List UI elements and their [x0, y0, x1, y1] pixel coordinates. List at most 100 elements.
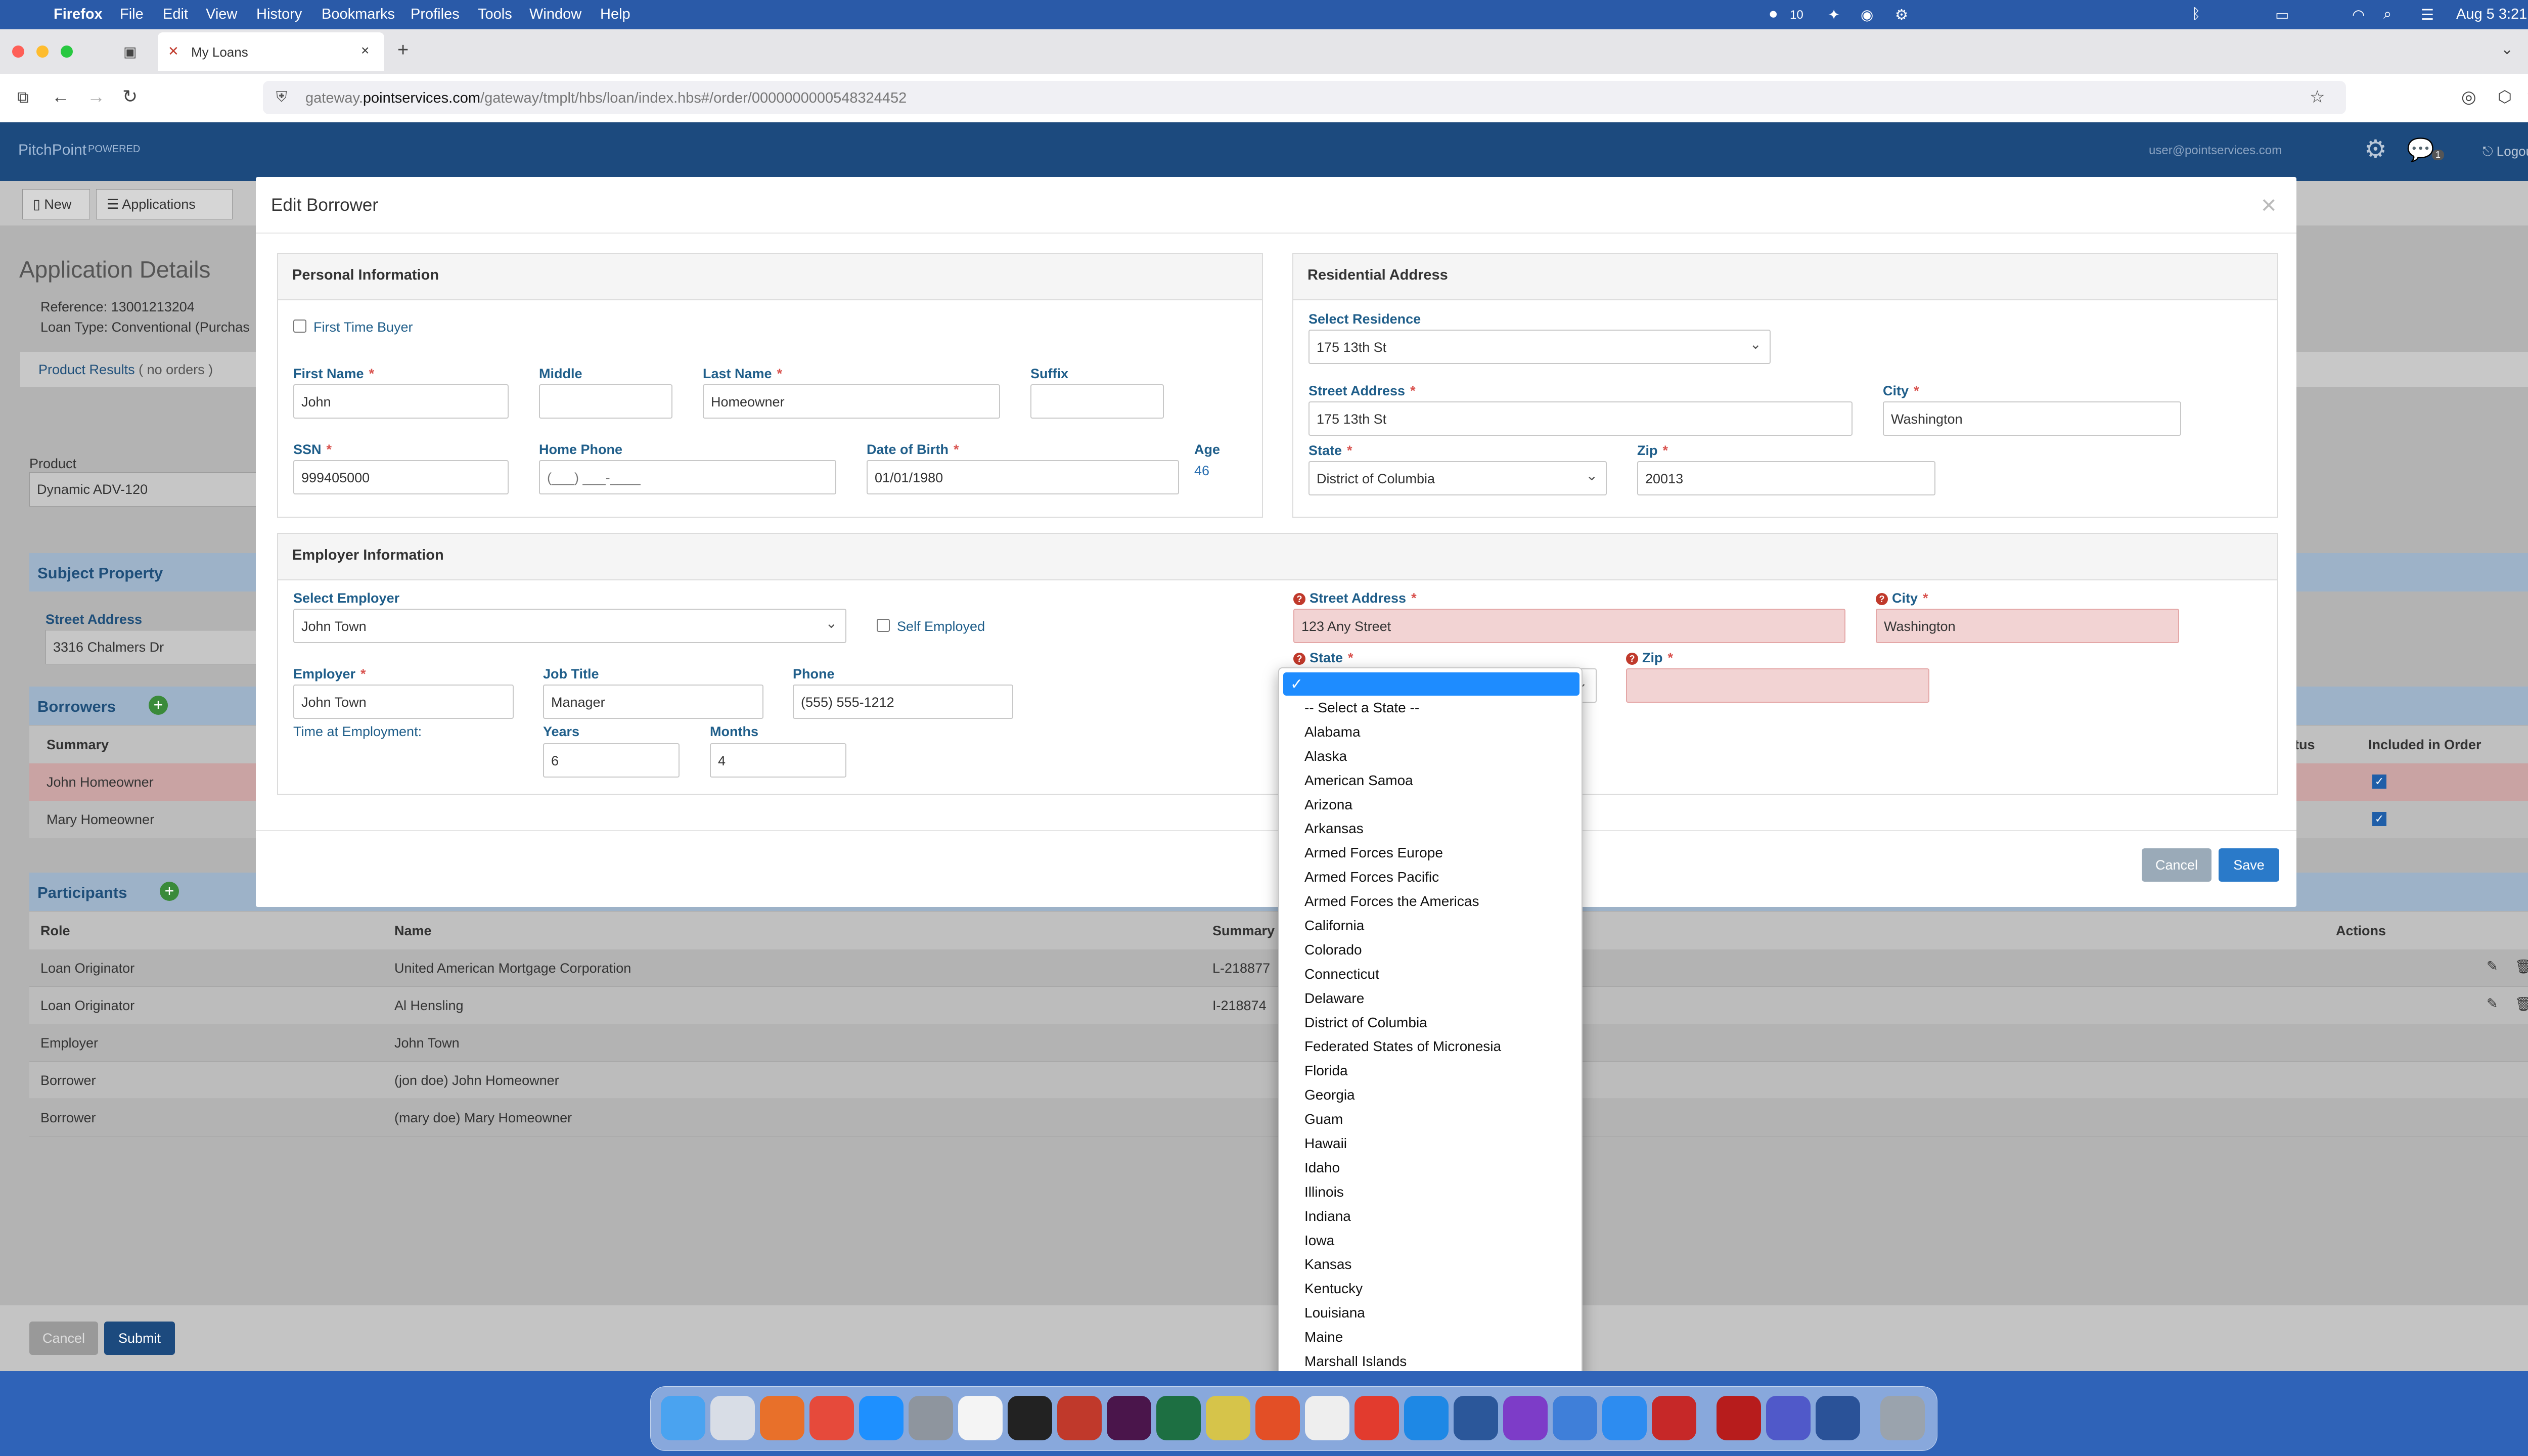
teams-icon[interactable] [1766, 1396, 1811, 1440]
emp-street-input[interactable]: 123 Any Street [1293, 609, 1845, 643]
submit-button[interactable]: Submit [104, 1322, 175, 1355]
status-icon[interactable]: ✦ [1828, 6, 1840, 24]
app-icon[interactable] [1553, 1396, 1597, 1440]
menu-history[interactable]: History [256, 6, 302, 23]
dropdown-option[interactable]: Louisiana [1279, 1301, 1582, 1326]
first-time-buyer-checkbox[interactable] [293, 320, 306, 333]
sidebar-icon[interactable]: ⧉ [17, 88, 29, 107]
dropdown-option[interactable]: Colorado [1279, 938, 1582, 963]
back-icon[interactable]: ← [52, 86, 70, 107]
dropdown-option[interactable]: Alaska [1279, 745, 1582, 769]
system-settings-icon[interactable] [909, 1396, 953, 1440]
modal-cancel-button[interactable]: Cancel [2142, 848, 2211, 882]
dropdown-option[interactable]: Hawaii [1279, 1132, 1582, 1156]
logout-link[interactable]: ⎋ Logout [2482, 144, 2528, 160]
edit-icon[interactable]: ✎ [2487, 996, 2498, 1012]
app-icon[interactable] [1503, 1396, 1548, 1440]
new-button[interactable]: ▯ New [22, 189, 90, 219]
extensions-icon[interactable]: ⬡ [2498, 87, 2512, 106]
tab-close-icon[interactable]: × [361, 42, 369, 59]
search-icon[interactable]: ⌕ [2383, 6, 2391, 23]
user-email[interactable]: user@pointservices.com [2149, 144, 2282, 158]
launchpad-icon[interactable] [710, 1396, 755, 1440]
middle-name-input[interactable] [539, 384, 672, 419]
select-residence-dropdown[interactable]: 175 13th St [1308, 330, 1771, 364]
suffix-input[interactable] [1030, 384, 1164, 419]
notes-icon[interactable] [958, 1396, 1003, 1440]
excel-icon[interactable] [1156, 1396, 1201, 1440]
employer-phone-input[interactable]: (555) 555-1212 [793, 685, 1013, 719]
app-icon[interactable] [1206, 1396, 1250, 1440]
list-tabs-icon[interactable]: ⌄ [2501, 40, 2513, 58]
add-borrower-icon[interactable]: + [149, 696, 168, 715]
slack-icon[interactable] [1107, 1396, 1151, 1440]
url-bar[interactable]: ⛨ gateway.pointservices.com/gateway/tmpl… [263, 81, 2346, 114]
included-checkbox[interactable]: ✓ [2372, 812, 2386, 826]
control-center-icon[interactable]: ☰ [2421, 6, 2434, 24]
forward-icon[interactable]: → [87, 86, 105, 107]
chatgpt-icon[interactable] [1305, 1396, 1349, 1440]
reload-icon[interactable]: ↻ [122, 86, 138, 107]
delete-icon[interactable]: 🗑 [2515, 959, 2528, 975]
menu-file[interactable]: File [120, 6, 144, 23]
status-icon[interactable]: ⚙ [1895, 6, 1908, 24]
status-icon[interactable]: ◉ [1861, 6, 1873, 24]
dropdown-option[interactable]: Delaware [1279, 987, 1582, 1011]
home-phone-input[interactable]: (___) ___-____ [539, 460, 836, 494]
wifi-icon[interactable]: ◠ [2352, 6, 2365, 24]
dropdown-option[interactable]: Connecticut [1279, 963, 1582, 987]
emp-city-input[interactable]: Washington [1876, 609, 2179, 643]
dropdown-option[interactable]: Federated States of Micronesia [1279, 1035, 1582, 1059]
emp-zip-input[interactable] [1626, 668, 1929, 703]
menu-window[interactable]: Window [529, 6, 581, 23]
edit-icon[interactable]: ✎ [2487, 959, 2498, 974]
filezilla-icon[interactable] [1717, 1396, 1761, 1440]
included-checkbox[interactable]: ✓ [2372, 775, 2386, 789]
record-icon[interactable]: ⏺ [1770, 6, 1777, 23]
select-employer-dropdown[interactable]: John Town [293, 609, 846, 643]
res-city-input[interactable]: Washington [1883, 401, 2181, 436]
app-icon[interactable] [1602, 1396, 1647, 1440]
menu-view[interactable]: View [206, 6, 237, 23]
bookmark-star-icon[interactable]: ☆ [2310, 87, 2325, 107]
site-info-icon[interactable]: ⛨ [276, 89, 287, 106]
windows-app-icon[interactable] [1404, 1396, 1449, 1440]
ssn-input[interactable]: 999405000 [293, 460, 509, 494]
notifications-icon[interactable]: 💬 [2407, 136, 2434, 163]
settings-gear-icon[interactable]: ⚙ [2364, 134, 2387, 164]
product-select[interactable]: Dynamic ADV-120 [29, 472, 262, 507]
job-title-input[interactable]: Manager [543, 685, 763, 719]
minimize-window-button[interactable] [36, 46, 49, 58]
trash-icon[interactable] [1880, 1396, 1925, 1440]
menu-edit[interactable]: Edit [163, 6, 188, 23]
app-logo[interactable]: PitchPoint [18, 142, 86, 159]
share-icon[interactable]: ⇪ [2525, 87, 2528, 106]
menu-profiles[interactable]: Profiles [411, 6, 460, 23]
dropdown-selected-option[interactable]: ✓ [1283, 672, 1579, 696]
months-input[interactable]: 4 [710, 743, 846, 778]
dropdown-option[interactable]: District of Columbia [1279, 1011, 1582, 1035]
dropdown-option[interactable]: -- Select a State -- [1279, 696, 1582, 720]
database-icon[interactable] [1057, 1396, 1102, 1440]
acrobat-icon[interactable] [1652, 1396, 1696, 1440]
dropdown-option[interactable]: Kentucky [1279, 1277, 1582, 1301]
dropdown-option[interactable]: Florida [1279, 1059, 1582, 1083]
finder-icon[interactable] [661, 1396, 705, 1440]
close-window-button[interactable] [12, 46, 24, 58]
new-tab-icon[interactable]: + [397, 39, 409, 61]
dropdown-option[interactable]: Arizona [1279, 793, 1582, 817]
menu-bookmarks[interactable]: Bookmarks [322, 6, 395, 23]
dropdown-option[interactable]: Arkansas [1279, 817, 1582, 841]
bluetooth-icon[interactable]: ᛒ [2192, 6, 2200, 23]
dropdown-option[interactable]: Maine [1279, 1326, 1582, 1350]
app-menu[interactable]: Firefox [54, 6, 103, 23]
terminal-icon[interactable] [1008, 1396, 1052, 1440]
dropdown-option[interactable]: Armed Forces Pacific [1279, 866, 1582, 890]
dropdown-option[interactable]: Guam [1279, 1108, 1582, 1132]
dropdown-option[interactable]: Armed Forces the Americas [1279, 890, 1582, 914]
menu-tools[interactable]: Tools [478, 6, 512, 23]
res-state-select[interactable]: District of Columbia [1308, 461, 1607, 495]
res-street-input[interactable]: 175 13th St [1308, 401, 1853, 436]
page-cancel-button[interactable]: Cancel [29, 1322, 98, 1355]
sp-street-input[interactable]: 3316 Chalmers Dr [46, 630, 268, 664]
